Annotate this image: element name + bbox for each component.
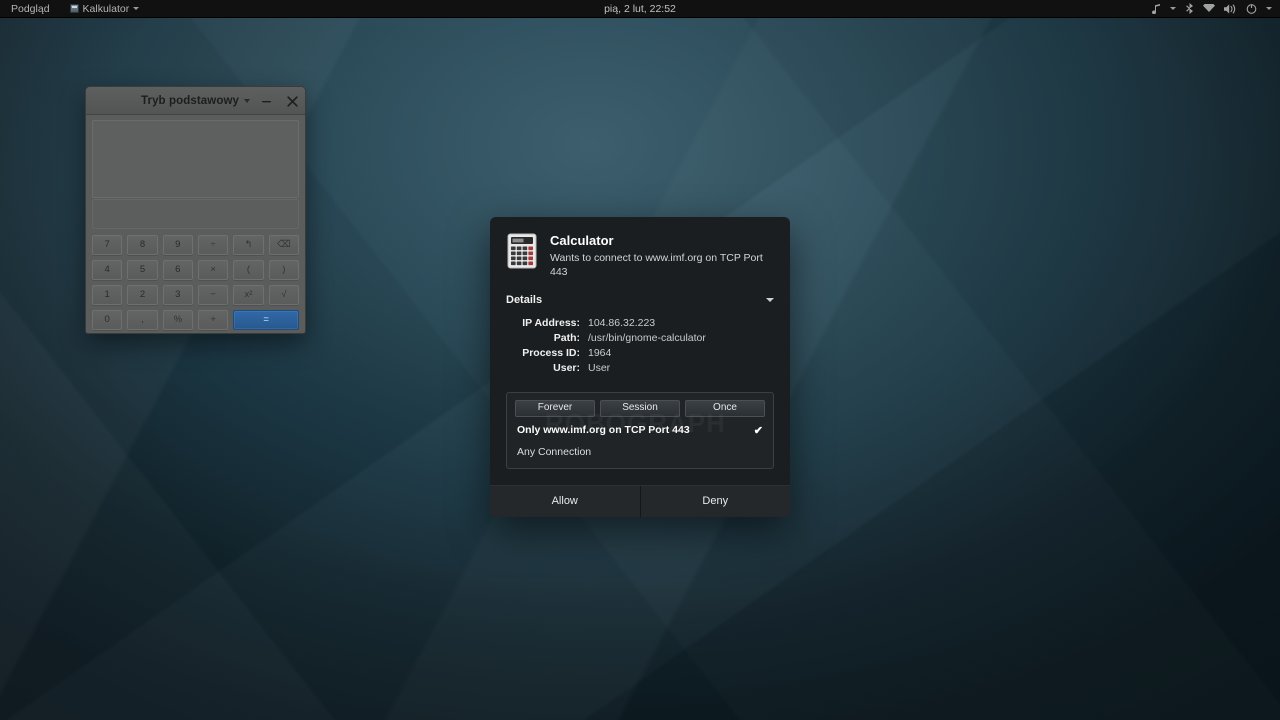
detail-value-path: /usr/bin/gnome-calculator	[588, 331, 706, 346]
window-controls	[259, 87, 299, 115]
close-button[interactable]	[285, 94, 299, 108]
calculator-icon	[506, 233, 538, 269]
minimize-button[interactable]	[259, 94, 273, 108]
detail-key-path: Path:	[506, 331, 588, 346]
key-divide[interactable]: ÷	[198, 235, 228, 255]
detail-key-ip: IP Address:	[506, 316, 588, 331]
dialog-app-name: Calculator	[550, 233, 774, 249]
dialog-body: Calculator Wants to connect to www.imf.o…	[490, 217, 790, 469]
table-row: User: User	[506, 361, 706, 376]
connection-option-any[interactable]: Any Connection	[515, 439, 765, 460]
key-undo[interactable]: ↰	[233, 235, 263, 255]
detail-key-pid: Process ID:	[506, 346, 588, 361]
key-paren-close[interactable]: )	[269, 260, 299, 280]
bluetooth-icon[interactable]	[1185, 3, 1194, 14]
table-row: IP Address: 104.86.32.223	[506, 316, 706, 331]
music-note-icon[interactable]	[1152, 4, 1161, 14]
desktop: Podgląd Kalkulator pią, 2 lut, 22:52	[0, 0, 1280, 720]
network-wifi-icon[interactable]	[1203, 4, 1215, 13]
chevron-down-icon-tray[interactable]	[1170, 7, 1176, 10]
chevron-down-icon	[133, 7, 139, 10]
details-disclosure[interactable]: Details	[506, 294, 774, 308]
key-square[interactable]: x²	[233, 285, 263, 305]
key-paren-open[interactable]: (	[233, 260, 263, 280]
top-panel: Podgląd Kalkulator pią, 2 lut, 22:52	[0, 0, 1280, 18]
key-0[interactable]: 0	[92, 310, 122, 330]
connection-option-any-label: Any Connection	[517, 446, 591, 458]
details-label: Details	[506, 294, 542, 306]
key-equals[interactable]: =	[233, 310, 299, 330]
scope-panel: Forever Session Once Only www.imf.org on…	[506, 392, 774, 469]
check-icon: ✔	[754, 424, 763, 437]
duration-option-session[interactable]: Session	[600, 400, 680, 417]
duration-option-once[interactable]: Once	[685, 400, 765, 417]
key-4[interactable]: 4	[92, 260, 122, 280]
calculator-titlebar[interactable]: Tryb podstawowy	[86, 87, 305, 115]
dialog-header: Calculator Wants to connect to www.imf.o…	[506, 231, 774, 280]
detail-value-user: User	[588, 361, 706, 376]
key-5[interactable]: 5	[127, 260, 157, 280]
menu-item-podglad[interactable]: Podgląd	[8, 0, 53, 18]
deny-button[interactable]: Deny	[640, 486, 791, 517]
calculator-mode-selector[interactable]: Tryb podstawowy	[141, 95, 250, 107]
firewall-prompt-dialog: Calculator Wants to connect to www.imf.o…	[490, 217, 790, 517]
clock[interactable]: pią, 2 lut, 22:52	[0, 3, 1280, 15]
volume-icon[interactable]	[1224, 4, 1237, 14]
power-icon[interactable]	[1246, 3, 1257, 14]
calculator-app-icon	[70, 4, 79, 13]
details-table: IP Address: 104.86.32.223 Path: /usr/bin…	[506, 316, 706, 376]
detail-value-pid: 1964	[588, 346, 706, 361]
chevron-down-icon	[244, 99, 250, 103]
calculator-display	[92, 120, 299, 198]
calculator-window[interactable]: Tryb podstawowy 7 8 9 ÷ ↰ ⌫ 4 5 6	[85, 86, 306, 334]
menu-item-podglad-label: Podgląd	[11, 3, 50, 15]
chevron-down-icon	[766, 298, 774, 302]
detail-value-ip: 104.86.32.223	[588, 316, 706, 331]
calculator-title: Tryb podstawowy	[141, 95, 239, 107]
calculator-keypad: 7 8 9 ÷ ↰ ⌫ 4 5 6 × ( ) 1 2 3 − x² √ 0 ,…	[92, 235, 299, 330]
connection-option-specific-label: Only www.imf.org on TCP Port 443	[517, 424, 690, 436]
menu-item-kalkulator[interactable]: Kalkulator	[67, 0, 143, 18]
key-decimal[interactable]: ,	[127, 310, 157, 330]
dialog-subtitle: Wants to connect to www.imf.org on TCP P…	[550, 252, 774, 279]
key-subtract[interactable]: −	[198, 285, 228, 305]
detail-key-user: User:	[506, 361, 588, 376]
key-add[interactable]: +	[198, 310, 228, 330]
key-percent[interactable]: %	[163, 310, 193, 330]
key-1[interactable]: 1	[92, 285, 122, 305]
key-8[interactable]: 8	[127, 235, 157, 255]
key-9[interactable]: 9	[163, 235, 193, 255]
connection-option-specific[interactable]: Only www.imf.org on TCP Port 443 ✔	[515, 417, 765, 439]
table-row: Process ID: 1964	[506, 346, 706, 361]
top-panel-tray	[1152, 0, 1280, 18]
table-row: Path: /usr/bin/gnome-calculator	[506, 331, 706, 346]
menu-item-kalkulator-label: Kalkulator	[83, 3, 130, 15]
allow-button[interactable]: Allow	[490, 486, 640, 517]
duration-segmented-control: Forever Session Once	[515, 400, 765, 417]
chevron-down-icon-session[interactable]	[1266, 7, 1272, 10]
key-3[interactable]: 3	[163, 285, 193, 305]
dialog-header-text: Calculator Wants to connect to www.imf.o…	[550, 231, 774, 280]
key-backspace[interactable]: ⌫	[269, 235, 299, 255]
key-sqrt[interactable]: √	[269, 285, 299, 305]
dialog-actions: Allow Deny	[490, 485, 790, 517]
top-panel-left: Podgląd Kalkulator	[0, 0, 142, 18]
duration-option-forever[interactable]: Forever	[515, 400, 595, 417]
key-6[interactable]: 6	[163, 260, 193, 280]
calculator-secondary-display	[92, 199, 299, 229]
key-multiply[interactable]: ×	[198, 260, 228, 280]
key-7[interactable]: 7	[92, 235, 122, 255]
key-2[interactable]: 2	[127, 285, 157, 305]
